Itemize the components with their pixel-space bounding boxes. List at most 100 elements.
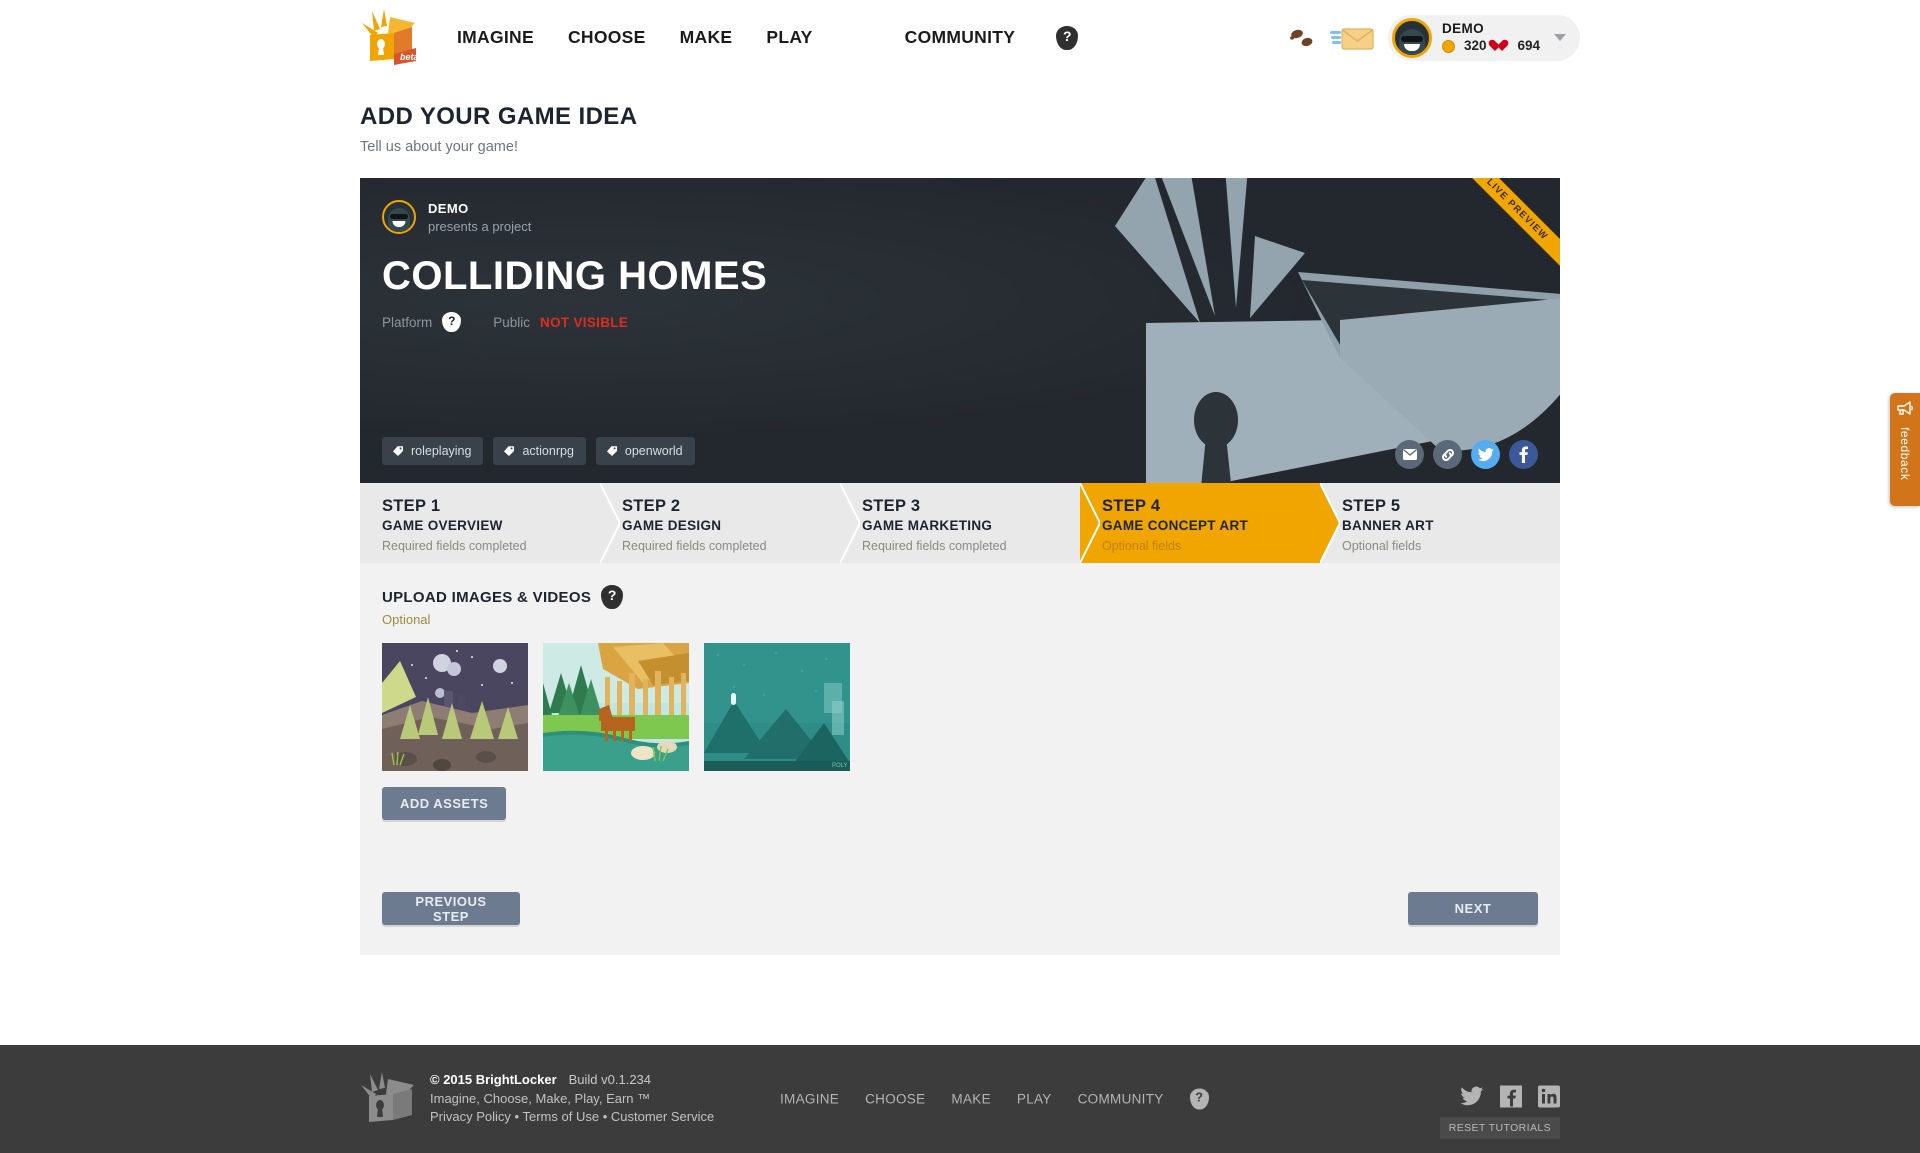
user-name: DEMO xyxy=(1441,20,1485,36)
presenter-block: DEMO presents a project xyxy=(382,200,1560,234)
footer-socials xyxy=(1460,1085,1560,1113)
heart-count: 694 xyxy=(1517,38,1540,53)
share-link-icon[interactable] xyxy=(1433,440,1462,469)
nav-item-make[interactable]: MAKE xyxy=(663,0,750,75)
game-meta-row: Platform Public NOT VISIBLE xyxy=(382,312,1560,332)
step-number: STEP 1 xyxy=(382,497,441,515)
upload-section-header: UPLOAD IMAGES & VIDEOS xyxy=(382,585,1538,609)
step-tab-3[interactable]: STEP 3 GAME MARKETING Required fields co… xyxy=(840,483,1100,563)
presenter-avatar xyxy=(382,200,416,234)
step-number: STEP 2 xyxy=(622,497,681,515)
footer-twitter-icon[interactable] xyxy=(1460,1086,1484,1112)
nav-item-choose[interactable]: CHOOSE xyxy=(551,0,663,75)
tag-chip[interactable]: actionrpg xyxy=(493,437,586,465)
footer-nav-play[interactable]: PLAY xyxy=(1017,1092,1052,1107)
presenter-name: DEMO xyxy=(428,200,469,216)
footer-nav-choose[interactable]: CHOOSE xyxy=(865,1092,925,1107)
mail-icon[interactable] xyxy=(1329,25,1374,51)
tag-label: actionrpg xyxy=(522,444,574,458)
svg-text:beta: beta xyxy=(400,52,419,62)
public-label: Public xyxy=(493,314,531,330)
tag-chip[interactable]: roleplaying xyxy=(382,437,484,465)
reset-tutorials-button[interactable]: RESET TUTORIALS xyxy=(1439,1117,1560,1139)
step-status: Required fields completed xyxy=(382,539,527,553)
footer-copyright: © 2015 BrightLocker xyxy=(430,1071,557,1087)
nav-item-play[interactable]: PLAY xyxy=(749,0,829,75)
feedback-label: feedback xyxy=(1898,427,1912,481)
share-buttons xyxy=(1395,440,1538,469)
footer-nav-imagine[interactable]: IMAGINE xyxy=(780,1092,839,1107)
platform-label: Platform xyxy=(382,314,433,330)
coin-icon xyxy=(1441,39,1455,53)
platform-help-icon[interactable] xyxy=(442,312,462,332)
site-header: beta IMAGINE CHOOSE MAKE PLAY COMMUNITY xyxy=(0,0,1920,75)
header-user-area: DEMO 320 694 xyxy=(1289,0,1580,75)
primary-nav: IMAGINE CHOOSE MAKE PLAY COMMUNITY xyxy=(440,0,1079,75)
upload-section-title: UPLOAD IMAGES & VIDEOS xyxy=(382,588,592,606)
step-name: BANNER ART xyxy=(1342,518,1434,533)
add-assets-button[interactable]: ADD ASSETS xyxy=(382,787,507,820)
footer-link-privacy[interactable]: Privacy Policy xyxy=(430,1109,511,1124)
main-content: ADD YOUR GAME IDEA Tell us about your ga… xyxy=(360,103,1560,955)
step-name: GAME CONCEPT ART xyxy=(1102,518,1249,533)
chevron-down-icon[interactable] xyxy=(1554,34,1566,41)
step-tab-5[interactable]: STEP 5 BANNER ART Optional fields xyxy=(1320,483,1560,563)
share-twitter-icon[interactable] xyxy=(1471,440,1500,469)
step-name: GAME MARKETING xyxy=(862,518,993,533)
game-title: COLLIDING HOMES xyxy=(382,254,768,298)
visibility-status-badge: NOT VISIBLE xyxy=(540,314,629,330)
footer-sep: • xyxy=(602,1109,608,1125)
footprints-icon[interactable] xyxy=(1289,28,1316,48)
footer-build: Build v0.1.234 xyxy=(568,1071,652,1087)
heart-icon xyxy=(1495,40,1508,52)
tag-chip[interactable]: openworld xyxy=(595,437,695,465)
footer-link-terms[interactable]: Terms of Use xyxy=(523,1109,600,1124)
upload-help-icon[interactable] xyxy=(601,585,624,609)
step-navigation: PREVIOUS STEP NEXT xyxy=(382,892,1538,925)
asset-thumbnail[interactable]: POLY xyxy=(704,643,850,771)
step-status: Required fields completed xyxy=(622,539,767,553)
next-step-button[interactable]: NEXT xyxy=(1408,892,1538,925)
footer-nav: IMAGINE CHOOSE MAKE PLAY COMMUNITY xyxy=(780,1088,1209,1110)
feedback-tab[interactable]: feedback xyxy=(1890,393,1920,506)
step-divider-arrow xyxy=(1080,483,1100,563)
upload-optional-label: Optional xyxy=(382,612,431,627)
asset-thumbnail-list: POLY xyxy=(382,643,1538,771)
page-title: ADD YOUR GAME IDEA xyxy=(360,103,638,130)
help-icon[interactable] xyxy=(1056,25,1079,50)
step-tab-2[interactable]: STEP 2 GAME DESIGN Required fields compl… xyxy=(600,483,860,563)
step-number: STEP 3 xyxy=(862,497,921,515)
step-number: STEP 4 xyxy=(1102,497,1161,515)
game-preview-card: LIVE PREVIEW DEMO presents a project COL… xyxy=(360,178,1560,483)
step-tab-4[interactable]: STEP 4 GAME CONCEPT ART Optional fields xyxy=(1080,483,1340,563)
asset-thumbnail[interactable] xyxy=(382,643,528,771)
nav-item-imagine[interactable]: IMAGINE xyxy=(440,0,551,75)
page-subtitle: Tell us about your game! xyxy=(360,139,518,155)
site-footer: © 2015 BrightLocker Build v0.1.234 Imagin… xyxy=(0,1045,1920,1153)
nav-item-community[interactable]: COMMUNITY xyxy=(888,0,1033,75)
tag-label: roleplaying xyxy=(411,444,472,458)
share-email-icon[interactable] xyxy=(1395,440,1424,469)
footer-nav-make[interactable]: MAKE xyxy=(951,1092,990,1107)
step-tab-1[interactable]: STEP 1 GAME OVERVIEW Required fields com… xyxy=(360,483,620,563)
step-content-panel: UPLOAD IMAGES & VIDEOS Optional xyxy=(360,563,1560,955)
footer-nav-community[interactable]: COMMUNITY xyxy=(1078,1092,1164,1107)
user-menu[interactable]: DEMO 320 694 xyxy=(1387,14,1580,61)
footer-facebook-icon[interactable] xyxy=(1500,1085,1522,1113)
asset-thumbnail[interactable] xyxy=(543,643,689,771)
footer-tagline: Imagine, Choose, Make, Play, Earn ™ xyxy=(430,1090,651,1106)
step-number: STEP 5 xyxy=(1342,497,1401,515)
previous-step-button[interactable]: PREVIOUS STEP xyxy=(382,892,520,925)
step-divider-arrow xyxy=(840,483,860,563)
step-divider-arrow xyxy=(1320,483,1340,563)
share-facebook-icon[interactable] xyxy=(1509,440,1538,469)
step-status: Required fields completed xyxy=(862,539,1007,553)
coin-count: 320 xyxy=(1463,38,1487,53)
brightlocker-logo[interactable]: beta xyxy=(360,8,422,67)
footer-help-icon[interactable] xyxy=(1189,1088,1209,1110)
footer-linkedin-icon[interactable] xyxy=(1538,1085,1560,1113)
footer-link-customer-service[interactable]: Customer Service xyxy=(611,1109,714,1124)
svg-text:POLY: POLY xyxy=(832,763,848,769)
tag-icon xyxy=(606,445,618,457)
game-tags: roleplaying actionrpg openworld xyxy=(382,437,695,465)
